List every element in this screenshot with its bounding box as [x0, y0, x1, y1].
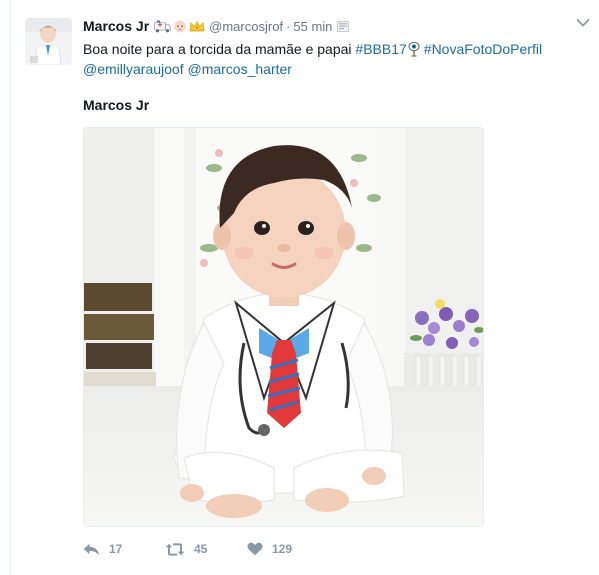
ambulance-emoji — [154, 20, 172, 32]
chevron-down-icon[interactable] — [576, 18, 590, 28]
tweet-text-body: Boa noite para a torcida da mamãe e papa… — [83, 41, 356, 57]
crown-emoji — [189, 20, 205, 32]
reply-button[interactable]: 17 — [83, 542, 165, 556]
separator-dot: · — [286, 18, 291, 34]
tweet-actions: 17 45 129 — [83, 540, 327, 558]
tweet-header: Marcos Jr @marcosjrof · 55 min — [83, 17, 350, 35]
heart-icon — [247, 542, 263, 556]
reply-count: 17 — [109, 542, 123, 556]
mention-link[interactable]: @emillyaraujoof — [83, 61, 184, 77]
card-title[interactable]: Marcos Jr — [83, 97, 149, 113]
reply-icon — [83, 543, 100, 555]
timestamp[interactable]: 55 min — [293, 19, 332, 34]
like-button[interactable]: 129 — [247, 542, 327, 556]
retweet-icon — [165, 542, 185, 556]
timeline-divider — [10, 0, 11, 575]
image-badge-icon — [337, 20, 350, 32]
media-photo[interactable] — [83, 127, 484, 527]
display-name[interactable]: Marcos Jr — [83, 18, 149, 34]
tweet: Marcos Jr @marcosjrof · 55 min Boa noite… — [0, 0, 599, 575]
avatar[interactable] — [25, 18, 72, 65]
hashtag-link[interactable]: #NovaFotoDoPerfil — [424, 41, 542, 57]
like-count: 129 — [272, 542, 293, 556]
mention-link[interactable]: @marcos_harter — [187, 61, 291, 77]
retweet-button[interactable]: 45 — [165, 542, 247, 556]
bbb-eye-icon — [408, 41, 420, 57]
tweet-text: Boa noite para a torcida da mamãe e papa… — [83, 39, 583, 79]
retweet-count: 45 — [194, 542, 208, 556]
name-emoji-group — [154, 19, 205, 33]
hashtag-link[interactable]: #BBB17 — [355, 41, 406, 57]
avatar-image — [25, 18, 72, 65]
user-handle[interactable]: @marcosjrof — [209, 19, 283, 34]
baby-photo — [84, 128, 483, 526]
baby-emoji — [174, 20, 186, 33]
